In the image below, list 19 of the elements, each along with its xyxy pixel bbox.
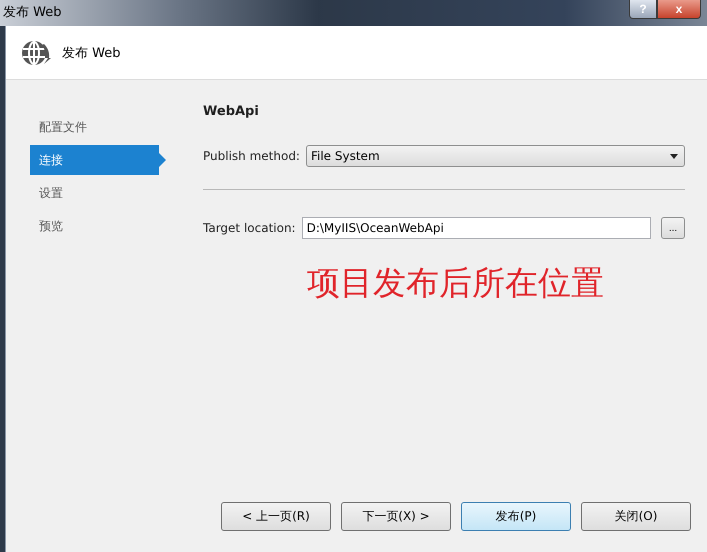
wizard-button[interactable]: < 上一页(R) — [221, 502, 331, 531]
sidebar-item[interactable]: 连接 — [30, 145, 166, 175]
close-button[interactable]: x — [657, 0, 701, 19]
window-title: 发布 Web — [2, 4, 62, 21]
annotation-text: 项目发布后所在位置 — [307, 262, 605, 304]
header-title: 发布 Web — [62, 44, 120, 62]
field-label: Publish method: — [203, 149, 300, 163]
publish-method-dropdown[interactable]: File System — [306, 145, 685, 167]
wizard-button[interactable]: 下一页(X) > — [341, 502, 451, 531]
sidebar-item[interactable]: 设置 — [30, 178, 166, 208]
profile-name: WebApi — [203, 104, 260, 119]
target-location-field[interactable]: D:\MyIIS\OceanWebApi — [302, 217, 651, 239]
sidebar-item[interactable]: 预览 — [30, 211, 166, 241]
wizard-button[interactable]: 发布(P) — [461, 502, 571, 531]
sidebar-item[interactable]: 配置文件 — [30, 112, 166, 142]
dropdown-caret-icon — [670, 154, 678, 158]
field-label: Target location: — [203, 221, 296, 235]
wizard-button[interactable]: 关闭(O) — [581, 502, 691, 531]
browse-button[interactable]: ... — [661, 217, 685, 239]
